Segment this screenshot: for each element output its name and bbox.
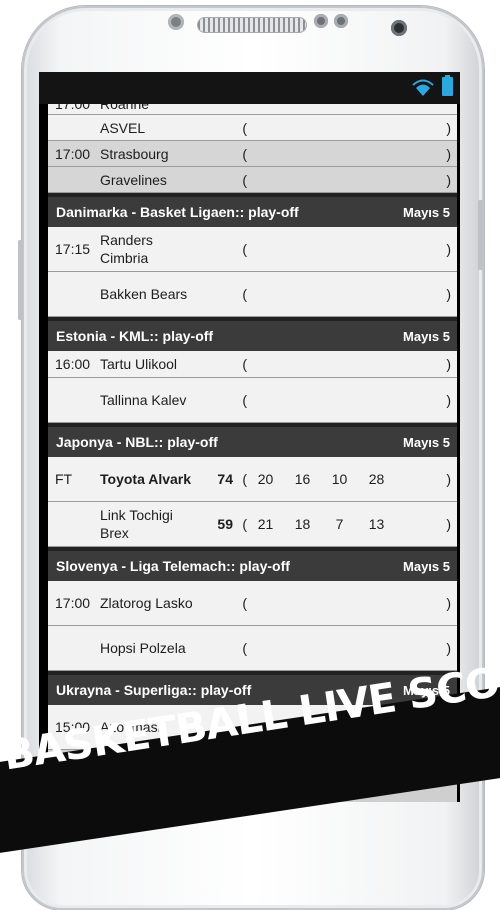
proximity-sensor — [314, 14, 328, 28]
quarter-4-score: 28 — [368, 471, 385, 487]
open-paren: ( — [242, 119, 247, 136]
match-row[interactable]: 17:00 Strasbourg () — [48, 141, 457, 167]
close-paren: ) — [446, 392, 451, 408]
front-camera — [391, 20, 407, 36]
league-header[interactable]: Slovenya - Liga Telemach:: play-off Mayıs… — [48, 547, 457, 581]
match-time: 17:00 — [55, 145, 91, 162]
match-time: 17:00 — [55, 595, 91, 611]
close-paren: ) — [446, 241, 451, 257]
wifi-icon — [412, 79, 434, 96]
match-row[interactable]: FT Toyota Alvark 74 (20 16 10 28) — [48, 457, 457, 502]
open-paren: ( — [242, 471, 247, 487]
close-paren: ) — [446, 171, 451, 188]
team-name: Hopsi Polzela — [100, 640, 186, 656]
scores-scroll-area[interactable]: 17:00 Roanne ASVEL() 17:00 Strasbourg() Gra… — [48, 104, 457, 750]
team-name: Strasbourg — [100, 145, 169, 162]
open-paren: ( — [242, 171, 247, 188]
league-name: Danimarka - Basket Ligaen:: play-off — [56, 204, 299, 220]
team-name: Zlatorog Lasko — [100, 595, 193, 611]
quarter-1-score: 21 — [257, 516, 274, 532]
open-paren: ( — [242, 356, 247, 372]
close-paren: ) — [446, 595, 451, 611]
quarter-2-score: 18 — [294, 516, 311, 532]
quarter-3-score: 10 — [331, 471, 348, 487]
team-name: Tartu Ulikool — [100, 356, 178, 372]
team-name: ASVEL — [100, 119, 146, 136]
league-header[interactable]: Estonia - KML:: play-off Mayıs 5 — [48, 317, 457, 351]
close-paren: ) — [446, 640, 451, 656]
league-header[interactable]: Danimarka - Basket Ligaen:: play-off Mayı… — [48, 193, 457, 227]
battery-icon — [442, 75, 453, 96]
match-row[interactable]: Gravelines () — [48, 167, 457, 193]
match-row[interactable]: 17:00 Zlatorog Lasko () — [48, 581, 457, 626]
league-name: Slovenya - Liga Telemach:: play-off — [56, 558, 290, 574]
match-row[interactable]: 16:00 Tartu Ulikool () — [48, 351, 457, 378]
close-paren: ) — [446, 286, 451, 302]
open-paren: ( — [242, 241, 247, 257]
open-paren: ( — [242, 145, 247, 162]
league-date: Mayıs 5 — [403, 328, 450, 344]
close-paren: ) — [446, 471, 451, 487]
open-paren: ( — [242, 595, 247, 611]
team-name: Roanne — [100, 104, 150, 112]
match-row[interactable]: 17:00 Roanne — [48, 104, 457, 115]
team-name: Gravelines — [100, 171, 167, 188]
close-paren: ) — [446, 356, 451, 372]
match-time: FT — [55, 471, 73, 487]
match-row[interactable]: Tallinna Kalev () — [48, 378, 457, 423]
match-time: 17:15 — [55, 241, 91, 257]
power-button — [478, 200, 483, 270]
team-score: 74 — [217, 471, 233, 487]
status-bar — [39, 72, 460, 104]
team-name: Randers Cimbria — [100, 232, 153, 266]
league-name: Japonya - NBL:: play-off — [56, 434, 218, 450]
close-paren: ) — [446, 119, 451, 136]
quarter-3-score: 7 — [335, 516, 344, 532]
match-row[interactable]: Bakken Bears () — [48, 272, 457, 317]
team-score: 59 — [217, 516, 233, 532]
close-paren: ) — [446, 516, 451, 532]
team-name: Tallinna Kalev — [100, 392, 187, 408]
match-row[interactable]: Link Tochigi Brex 59 (21 18 7 13) — [48, 502, 457, 547]
quarter-2-score: 16 — [294, 471, 311, 487]
team-name: Link Tochigi Brex — [100, 507, 173, 541]
match-time: 17:00 — [55, 104, 91, 112]
open-paren: ( — [242, 516, 247, 532]
team-name: Bakken Bears — [100, 286, 188, 302]
league-name: Ukrayna - Superliga:: play-off — [56, 682, 252, 698]
open-paren: ( — [242, 392, 247, 408]
league-date: Mayıs 5 — [403, 204, 450, 220]
league-date: Mayıs 5 — [403, 434, 450, 450]
front-sensor — [168, 14, 184, 30]
close-paren: ) — [446, 145, 451, 162]
earpiece-speaker — [197, 17, 307, 33]
match-row[interactable]: 17:15 Randers Cimbria () — [48, 227, 457, 272]
league-name: Estonia - KML:: play-off — [56, 328, 214, 344]
league-date: Mayıs 5 — [403, 558, 450, 574]
light-sensor — [334, 14, 348, 28]
team-name: Toyota Alvark — [100, 471, 192, 487]
quarter-4-score: 13 — [368, 516, 385, 532]
league-header[interactable]: Japonya - NBL:: play-off Mayıs 5 — [48, 423, 457, 457]
quarter-1-score: 20 — [257, 471, 274, 487]
match-row[interactable]: Hopsi Polzela () — [48, 626, 457, 671]
open-paren: ( — [242, 640, 247, 656]
open-paren: ( — [242, 286, 247, 302]
match-row[interactable]: ASVEL () — [48, 115, 457, 141]
match-time: 16:00 — [55, 356, 91, 372]
volume-button — [18, 240, 23, 320]
